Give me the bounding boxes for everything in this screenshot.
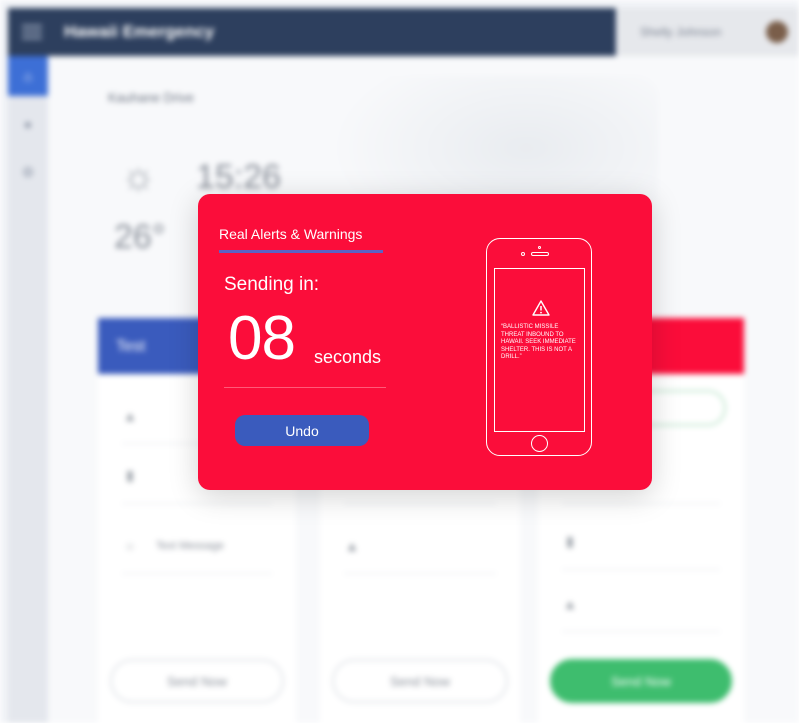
camera-icon	[538, 246, 541, 249]
alert-icon: ▲	[563, 595, 577, 612]
alert-countdown-modal: Real Alerts & Warnings Sending in: 08 se…	[198, 194, 652, 490]
alert-icon: ▲	[123, 407, 137, 424]
clock-time: 15:26	[196, 158, 282, 196]
alert-icon: ▲	[345, 537, 359, 554]
send-now-button[interactable]: Send Now	[332, 659, 508, 703]
list-item[interactable]: ▲	[344, 518, 496, 574]
sending-label: Sending in:	[224, 274, 320, 295]
sun-icon: ☼	[120, 154, 157, 198]
countdown-value: 08	[228, 304, 296, 373]
message-icon: ○	[125, 537, 135, 554]
mic-icon: ▮	[126, 467, 134, 483]
user-name: Shelly Johnson	[640, 25, 722, 39]
send-now-button[interactable]: Send Now	[550, 659, 732, 703]
divider	[224, 387, 386, 388]
send-now-button[interactable]: Send Now	[110, 659, 284, 703]
avatar[interactable]	[766, 21, 788, 43]
countdown-unit: seconds	[314, 347, 382, 367]
front-camera-icon	[521, 252, 525, 256]
top-bar: Hawaii Emergency	[8, 8, 616, 56]
phone-screen: “BALLISTIC MISSILE THREAT INBOUND TO HAW…	[494, 268, 585, 432]
temperature: 26°	[114, 218, 166, 256]
home-icon[interactable]: ⌂	[8, 56, 48, 96]
warning-icon	[532, 300, 550, 316]
mic-icon: ▮	[566, 533, 574, 549]
sidebar: ⌂ ● ⚙	[8, 56, 48, 723]
home-button-icon	[531, 435, 548, 452]
alert-message: “BALLISTIC MISSILE THREAT INBOUND TO HAW…	[501, 324, 576, 360]
speaker-icon	[531, 252, 549, 256]
list-item[interactable]: ○ Text Message	[122, 518, 272, 574]
bell-icon[interactable]: ●	[8, 104, 48, 144]
undo-button[interactable]: Undo	[235, 415, 369, 446]
app-title: Hawaii Emergency	[64, 22, 215, 41]
phone-preview: “BALLISTIC MISSILE THREAT INBOUND TO HAW…	[486, 238, 592, 456]
modal-title: Real Alerts & Warnings	[219, 226, 363, 242]
title-underline	[219, 250, 383, 253]
list-item[interactable]: ▲	[562, 576, 720, 632]
location-label: Kauhane Drive	[108, 90, 194, 105]
list-item[interactable]: ▮	[562, 514, 720, 570]
user-area[interactable]: Shelly Johnson	[618, 8, 799, 56]
gear-icon[interactable]: ⚙	[8, 152, 48, 192]
menu-icon[interactable]	[22, 25, 42, 39]
